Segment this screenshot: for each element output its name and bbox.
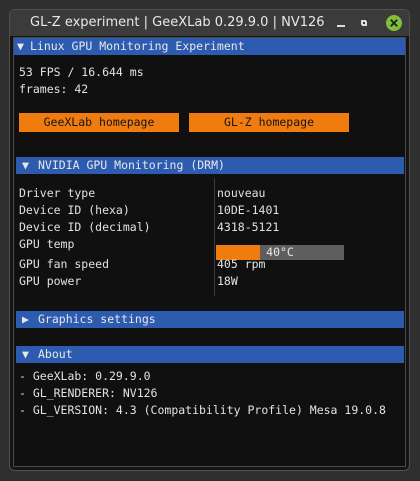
- app-window: GL-Z experiment | GeeXLab 0.29.9.0 | NV1…: [9, 9, 410, 471]
- glz-homepage-button[interactable]: GL-Z homepage: [189, 113, 349, 132]
- collapse-arrow-icon: ▼: [22, 158, 29, 172]
- driver-type-label: Driver type: [19, 186, 96, 200]
- close-button[interactable]: [384, 13, 404, 33]
- about-header-label: About: [38, 347, 73, 361]
- frames-readout: frames: 42: [19, 82, 89, 96]
- minimize-icon: [337, 25, 345, 27]
- gpu-monitoring-header-label: NVIDIA GPU Monitoring (DRM): [38, 158, 225, 172]
- collapse-arrow-icon: ▼: [22, 347, 29, 361]
- graphics-settings-header[interactable]: ▶ Graphics settings: [16, 311, 404, 328]
- panel-title: Linux GPU Monitoring Experiment: [30, 39, 245, 53]
- device-id-hexa-label: Device ID (hexa): [19, 203, 130, 217]
- driver-type-value: nouveau: [217, 186, 266, 200]
- gpu-monitoring-header[interactable]: ▼ NVIDIA GPU Monitoring (DRM): [16, 157, 404, 174]
- about-line-geexlab: - GeeXLab: 0.29.9.0: [19, 369, 151, 383]
- column-separator: [214, 178, 215, 296]
- titlebar[interactable]: GL-Z experiment | GeeXLab 0.29.9.0 | NV1…: [10, 10, 409, 36]
- collapse-arrow-icon: ▼: [17, 39, 24, 53]
- about-line-version: - GL_VERSION: 4.3 (Compatibility Profile…: [19, 403, 386, 417]
- restore-icon: [361, 20, 367, 26]
- about-header[interactable]: ▼ About: [16, 346, 404, 363]
- gpu-fan-speed-value: 405 rpm: [217, 257, 266, 271]
- gpu-fan-speed-label: GPU fan speed: [19, 257, 110, 271]
- window-title: GL-Z experiment | GeeXLab 0.29.9.0 | NV1…: [30, 15, 325, 30]
- device-id-hexa-value: 10DE-1401: [217, 203, 280, 217]
- gpu-power-value: 18W: [217, 274, 238, 288]
- about-line-renderer: - GL_RENDERER: NV126: [19, 386, 158, 400]
- graphics-settings-header-label: Graphics settings: [38, 312, 156, 326]
- panel-title-bar[interactable]: ▼ Linux GPU Monitoring Experiment: [14, 38, 405, 55]
- gpu-temp-label: GPU temp: [19, 237, 75, 251]
- imgui-panel: ▼ Linux GPU Monitoring Experiment 53 FPS …: [13, 37, 406, 467]
- minimize-button[interactable]: [331, 13, 351, 33]
- geexlab-homepage-button[interactable]: GeeXLab homepage: [19, 113, 179, 132]
- fps-readout: 53 FPS / 16.644 ms: [19, 65, 144, 79]
- expand-arrow-icon: ▶: [22, 312, 29, 326]
- device-id-decimal-value: 4318-5121: [217, 220, 280, 234]
- close-icon: [386, 15, 402, 31]
- gpu-power-label: GPU power: [19, 274, 82, 288]
- device-id-decimal-label: Device ID (decimal): [19, 220, 151, 234]
- restore-button[interactable]: [354, 13, 374, 33]
